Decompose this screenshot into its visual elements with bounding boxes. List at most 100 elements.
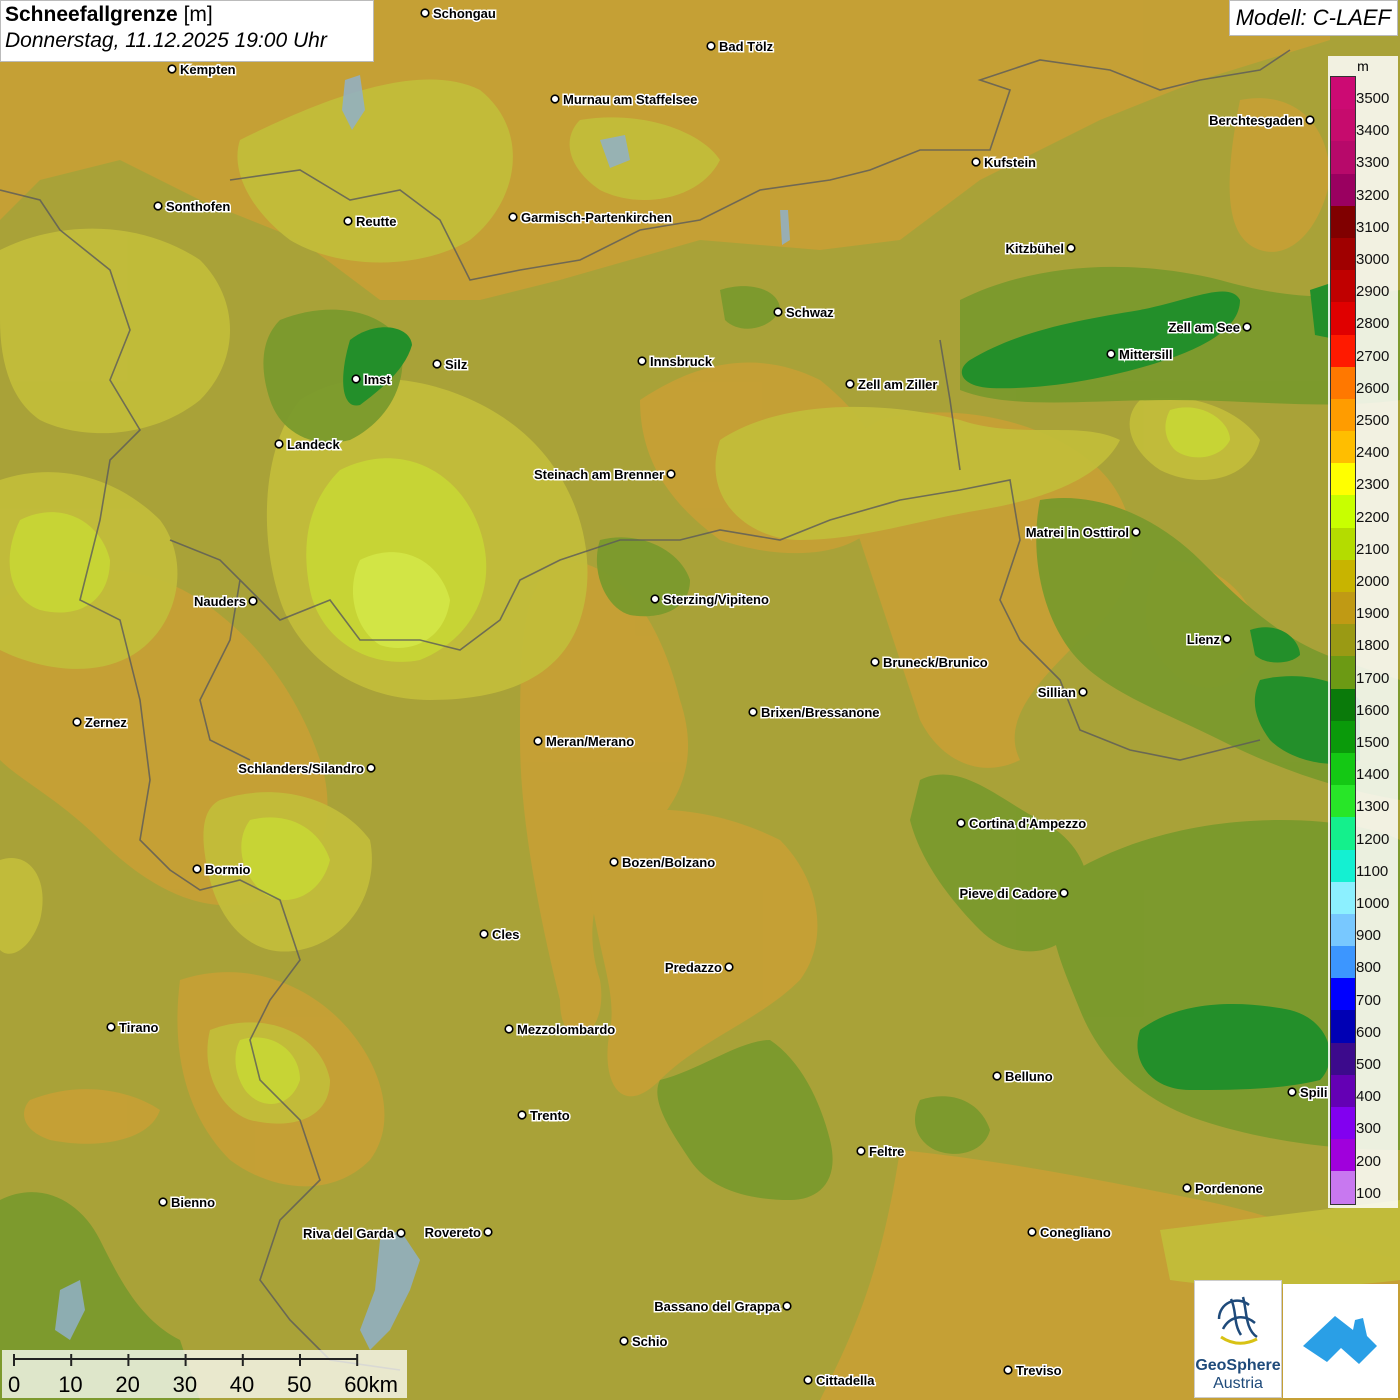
legend-label-2100: 2100 xyxy=(1356,540,1390,558)
geosphere-country: Austria xyxy=(1213,1375,1263,1392)
city-conegliano[interactable]: Conegliano xyxy=(1027,1224,1112,1242)
city-berchtesgaden[interactable]: Berchtesgaden xyxy=(1208,112,1315,130)
city-label: Schwaz xyxy=(786,305,834,320)
legend-swatch-400 xyxy=(1331,1074,1355,1107)
city-mezzolombardo[interactable]: Mezzolombardo xyxy=(504,1021,617,1039)
city-cortina-d-ampezzo[interactable]: Cortina d'Ampezzo xyxy=(956,815,1088,833)
city-zell-am-ziller[interactable]: Zell am Ziller xyxy=(845,376,939,394)
legend-label-3200: 3200 xyxy=(1356,186,1390,204)
legend-swatch-3000 xyxy=(1331,237,1355,271)
legend-swatch-2600 xyxy=(1331,366,1355,399)
city-dot xyxy=(609,857,619,867)
city-label: Pieve di Cadore xyxy=(959,886,1057,901)
city-matrei-in-osttirol[interactable]: Matrei in Osttirol xyxy=(1024,524,1141,542)
city-dot xyxy=(1287,1087,1297,1097)
city-steinach-am-brenner[interactable]: Steinach am Brenner xyxy=(532,466,676,484)
uwz-logo[interactable] xyxy=(1283,1284,1398,1398)
legend-label-2200: 2200 xyxy=(1356,508,1390,526)
city-label: Meran/Merano xyxy=(546,734,634,749)
legend-label-3100: 3100 xyxy=(1356,218,1390,236)
city-zell-am-see[interactable]: Zell am See xyxy=(1167,319,1252,337)
city-label: Schlanders/Silandro xyxy=(238,761,364,776)
legend-label-800: 800 xyxy=(1356,959,1382,977)
city-dot xyxy=(167,64,177,74)
legend-label-1000: 1000 xyxy=(1356,895,1390,912)
legend-swatch-1900 xyxy=(1331,592,1355,625)
city-garmisch-partenkirchen[interactable]: Garmisch-Partenkirchen xyxy=(508,209,674,227)
city-dot xyxy=(666,469,676,479)
city-label: Zell am Ziller xyxy=(858,377,937,392)
legend-label-500: 500 xyxy=(1356,1056,1382,1073)
legend-swatch-2900 xyxy=(1331,270,1355,303)
city-bassano-del-grappa[interactable]: Bassano del Grappa xyxy=(653,1298,792,1316)
city-label: Pordenone xyxy=(1195,1181,1263,1196)
legend-swatch-1200 xyxy=(1331,817,1355,850)
city-schlanders-silandro[interactable]: Schlanders/Silandro xyxy=(237,760,376,778)
city-label: Landeck xyxy=(287,437,341,452)
legend-swatch-1000 xyxy=(1331,881,1355,914)
legend-label-3300: 3300 xyxy=(1356,154,1390,172)
city-label: Garmisch-Partenkirchen xyxy=(521,210,672,225)
legend-swatch-2500 xyxy=(1331,398,1355,432)
city-label: Kempten xyxy=(180,62,236,77)
city-innsbruck[interactable]: Innsbruck xyxy=(637,353,714,371)
city-riva-del-garda[interactable]: Riva del Garda xyxy=(301,1225,406,1243)
city-dot xyxy=(396,1228,406,1238)
city-dot xyxy=(1003,1365,1013,1375)
city-sonthofen[interactable]: Sonthofen xyxy=(153,198,232,216)
scale-label-20: 20 xyxy=(115,1372,140,1397)
city-label: Bassano del Grappa xyxy=(654,1299,780,1314)
legend-swatch-900 xyxy=(1331,913,1355,947)
city-dot xyxy=(1242,322,1252,332)
map-datetime: Donnerstag, 11.12.2025 19:00 Uhr xyxy=(5,29,327,52)
city-dot xyxy=(870,657,880,667)
city-sterzing-vipiteno[interactable]: Sterzing/Vipiteno xyxy=(650,591,770,609)
legend-swatch-1500 xyxy=(1331,720,1355,753)
legend-label-1600: 1600 xyxy=(1356,701,1390,719)
city-label: Bormio xyxy=(205,862,251,877)
snowfall-limit-map[interactable]: Schongau Bad Tölz Kempten Murnau am Staffel… xyxy=(0,0,1400,1400)
city-bozen-bolzano[interactable]: Bozen/Bolzano xyxy=(609,854,717,872)
legend-swatch-1300 xyxy=(1331,785,1355,818)
city-dot xyxy=(706,41,716,51)
city-schongau[interactable]: Schongau xyxy=(420,5,497,23)
scale-label-40: 40 xyxy=(229,1372,255,1397)
city-dot xyxy=(504,1024,514,1034)
legend-label-600: 600 xyxy=(1356,1023,1382,1041)
legend-label-3000: 3000 xyxy=(1356,251,1390,268)
city-dot xyxy=(343,216,353,226)
legend-label-2400: 2400 xyxy=(1356,444,1390,462)
city-label: Belluno xyxy=(1005,1069,1053,1084)
legend-color-bar xyxy=(1330,76,1356,1205)
city-label: Silz xyxy=(445,357,468,372)
legend-label-900: 900 xyxy=(1356,927,1382,945)
city-meran-merano[interactable]: Meran/Merano xyxy=(533,733,636,751)
legend-label-2000: 2000 xyxy=(1356,573,1390,590)
scale-label-0: 0 xyxy=(8,1372,21,1397)
city-dot xyxy=(803,1375,813,1385)
city-dot xyxy=(1222,634,1232,644)
legend-swatch-3400 xyxy=(1331,109,1355,142)
city-dot xyxy=(1066,243,1076,253)
legend-swatch-1800 xyxy=(1331,624,1355,657)
city-pieve-di-cadore[interactable]: Pieve di Cadore xyxy=(958,885,1069,903)
city-bruneck-brunico[interactable]: Bruneck/Brunico xyxy=(870,654,989,672)
city-label: Tirano xyxy=(119,1020,159,1035)
legend-label-2500: 2500 xyxy=(1356,412,1390,429)
legend-label-1800: 1800 xyxy=(1356,637,1390,655)
city-label: Mittersill xyxy=(1119,347,1172,362)
city-pordenone[interactable]: Pordenone xyxy=(1182,1180,1264,1198)
legend-swatch-100 xyxy=(1331,1171,1355,1204)
city-label: Kufstein xyxy=(984,155,1036,170)
city-label: Sonthofen xyxy=(166,199,230,214)
city-label: Zernez xyxy=(85,715,127,730)
legend-label-200: 200 xyxy=(1356,1152,1382,1170)
scale-bar: 0 10 20 30 40 50 60km xyxy=(2,1350,407,1398)
legend-swatch-2400 xyxy=(1331,431,1355,464)
city-label: Cortina d'Ampezzo xyxy=(969,816,1086,831)
geosphere-logo[interactable]: GeoSphere Austria xyxy=(1194,1280,1282,1398)
city-dot xyxy=(1078,687,1088,697)
city-brixen-bressanone[interactable]: Brixen/Bressanone xyxy=(748,704,881,722)
city-murnau-am-staffelsee[interactable]: Murnau am Staffelsee xyxy=(550,91,699,109)
legend-label-3400: 3400 xyxy=(1356,122,1390,140)
